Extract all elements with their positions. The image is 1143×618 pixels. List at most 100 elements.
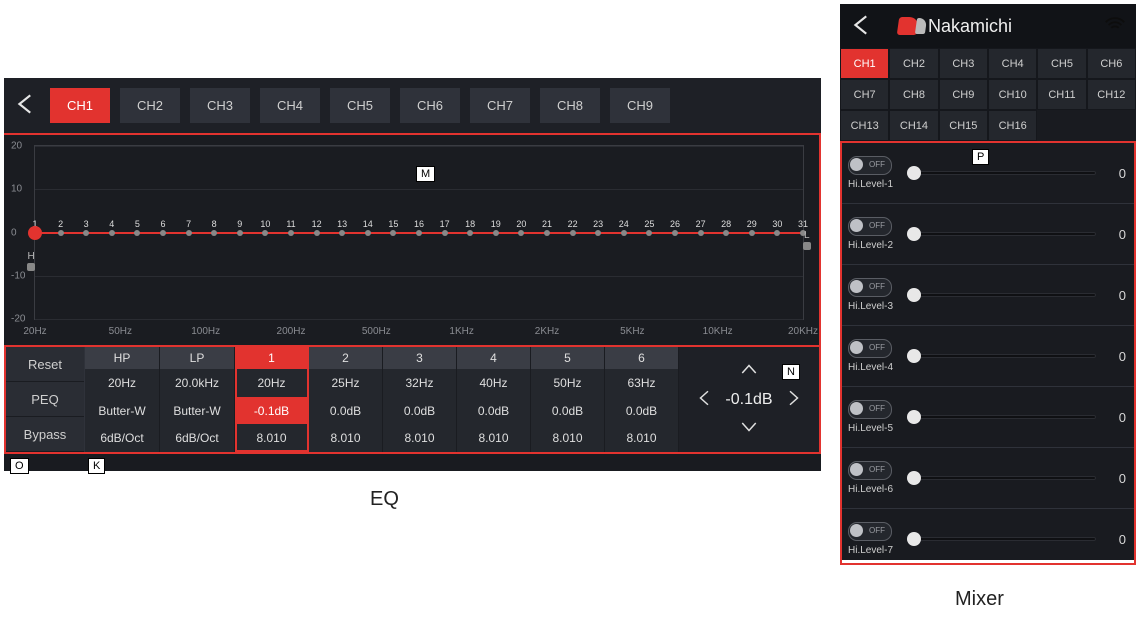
eq-band-marker[interactable]	[134, 230, 140, 236]
level-slider[interactable]	[914, 354, 1096, 358]
toggle-switch[interactable]: OFF	[848, 278, 892, 297]
mixer-channel-tab-CH16[interactable]: CH16	[988, 110, 1037, 141]
eq-band-column-6[interactable]: 663Hz0.0dB8.010	[605, 347, 679, 452]
brand-mark-icon-2	[915, 18, 927, 34]
eq-band-column-5[interactable]: 550Hz0.0dB8.010	[531, 347, 605, 452]
eq-band-column-4[interactable]: 440Hz0.0dB8.010	[457, 347, 531, 452]
arrow-left-icon[interactable]	[693, 387, 717, 413]
eq-band-column-2[interactable]: 225Hz0.0dB8.010	[309, 347, 383, 452]
level-slider[interactable]	[914, 537, 1096, 541]
eq-band-marker[interactable]	[493, 230, 499, 236]
hp-label: HP	[85, 347, 159, 369]
eq-band-marker[interactable]	[467, 230, 473, 236]
eq-channel-tab-CH5[interactable]: CH5	[330, 88, 390, 123]
mixer-channel-tab-CH1[interactable]: CH1	[840, 48, 889, 79]
eq-band-marker[interactable]	[442, 230, 448, 236]
mixer-channel-tabs: CH1CH2CH3CH4CH5CH6 CH7CH8CH9CH10CH11CH12 C…	[840, 48, 1136, 141]
eq-channel-tab-CH9[interactable]: CH9	[610, 88, 670, 123]
arrow-up-icon[interactable]	[737, 359, 761, 385]
toggle-switch[interactable]: OFF	[848, 156, 892, 175]
eq-band-marker[interactable]	[211, 230, 217, 236]
mixer-channel-tab-CH5[interactable]: CH5	[1037, 48, 1086, 79]
mixer-channel-tab-CH10[interactable]: CH10	[988, 79, 1037, 110]
peq-button[interactable]: PEQ	[6, 382, 84, 417]
eq-channel-tab-CH7[interactable]: CH7	[470, 88, 530, 123]
mixer-back-icon[interactable]	[850, 12, 876, 41]
slider-value: 0	[1106, 471, 1126, 486]
level-slider[interactable]	[914, 293, 1096, 297]
eq-band-marker[interactable]	[314, 230, 320, 236]
eq-band-number: 7	[186, 219, 191, 229]
mixer-channel-tab-CH8[interactable]: CH8	[889, 79, 938, 110]
eq-graph[interactable]: 20100-10-2020Hz50Hz100Hz200Hz500Hz1KHz2K…	[4, 133, 821, 345]
eq-band-column-3[interactable]: 332Hz0.0dB8.010	[383, 347, 457, 452]
eq-band-column-1[interactable]: 120Hz-0.1dB8.010	[235, 347, 309, 452]
arrow-right-icon[interactable]	[781, 387, 805, 413]
selected-band-node[interactable]	[28, 226, 42, 240]
lp-filter-column[interactable]: LP 20.0kHz Butter-W 6dB/Oct	[160, 347, 235, 452]
eq-band-marker[interactable]	[570, 230, 576, 236]
level-slider[interactable]	[914, 476, 1096, 480]
level-slider[interactable]	[914, 171, 1096, 175]
band-freq: 20Hz	[235, 369, 308, 397]
toggle-switch[interactable]: OFF	[848, 217, 892, 236]
eq-band-marker[interactable]	[416, 230, 422, 236]
eq-band-marker[interactable]	[288, 230, 294, 236]
eq-band-marker[interactable]	[390, 230, 396, 236]
mixer-channel-tab-CH2[interactable]: CH2	[889, 48, 938, 79]
eq-band-marker[interactable]	[672, 230, 678, 236]
eq-band-marker[interactable]	[621, 230, 627, 236]
hp-filter-column[interactable]: HP 20Hz Butter-W 6dB/Oct	[85, 347, 160, 452]
mixer-channel-tab-CH9[interactable]: CH9	[939, 79, 988, 110]
eq-band-marker[interactable]	[518, 230, 524, 236]
eq-band-marker[interactable]	[58, 230, 64, 236]
toggle-switch[interactable]: OFF	[848, 400, 892, 419]
eq-band-marker[interactable]	[365, 230, 371, 236]
eq-band-marker[interactable]	[109, 230, 115, 236]
mixer-channel-tab-CH11[interactable]: CH11	[1037, 79, 1086, 110]
eq-channel-tab-CH8[interactable]: CH8	[540, 88, 600, 123]
eq-band-marker[interactable]	[186, 230, 192, 236]
mixer-channel-tab-CH13[interactable]: CH13	[840, 110, 889, 141]
mixer-row-label: Hi.Level-6	[848, 484, 904, 495]
bypass-button[interactable]: Bypass	[6, 417, 84, 452]
eq-channel-tab-CH4[interactable]: CH4	[260, 88, 320, 123]
back-icon[interactable]	[14, 91, 40, 120]
mixer-channel-tab-CH4[interactable]: CH4	[988, 48, 1037, 79]
mixer-channel-tab-CH3[interactable]: CH3	[939, 48, 988, 79]
eq-band-marker[interactable]	[262, 230, 268, 236]
x-axis-label: 20Hz	[23, 326, 46, 337]
eq-band-marker[interactable]	[83, 230, 89, 236]
arrow-down-icon[interactable]	[737, 415, 761, 441]
mixer-channel-tab-CH7[interactable]: CH7	[840, 79, 889, 110]
brand-text: Nakamichi	[928, 16, 1012, 37]
eq-band-marker[interactable]	[698, 230, 704, 236]
eq-band-number: 10	[260, 219, 270, 229]
eq-band-marker[interactable]	[544, 230, 550, 236]
mixer-channel-tab-CH6[interactable]: CH6	[1087, 48, 1136, 79]
eq-band-marker[interactable]	[160, 230, 166, 236]
eq-channel-tab-CH3[interactable]: CH3	[190, 88, 250, 123]
band-gain: 0.0dB	[531, 397, 604, 425]
eq-band-marker[interactable]	[749, 230, 755, 236]
band-freq: 32Hz	[383, 369, 456, 397]
mixer-channel-tab-CH12[interactable]: CH12	[1087, 79, 1136, 110]
eq-channel-tab-CH6[interactable]: CH6	[400, 88, 460, 123]
level-slider[interactable]	[914, 232, 1096, 236]
eq-band-marker[interactable]	[723, 230, 729, 236]
eq-band-marker[interactable]	[237, 230, 243, 236]
eq-channel-tab-CH1[interactable]: CH1	[50, 88, 110, 123]
reset-button[interactable]: Reset	[6, 347, 84, 382]
eq-band-marker[interactable]	[339, 230, 345, 236]
toggle-switch[interactable]: OFF	[848, 339, 892, 358]
mixer-channel-tab-CH14[interactable]: CH14	[889, 110, 938, 141]
eq-band-marker[interactable]	[646, 230, 652, 236]
eq-band-number: 29	[747, 219, 757, 229]
toggle-switch[interactable]: OFF	[848, 461, 892, 480]
eq-band-marker[interactable]	[595, 230, 601, 236]
toggle-switch[interactable]: OFF	[848, 522, 892, 541]
level-slider[interactable]	[914, 415, 1096, 419]
eq-band-marker[interactable]	[774, 230, 780, 236]
mixer-channel-tab-CH15[interactable]: CH15	[939, 110, 988, 141]
eq-channel-tab-CH2[interactable]: CH2	[120, 88, 180, 123]
